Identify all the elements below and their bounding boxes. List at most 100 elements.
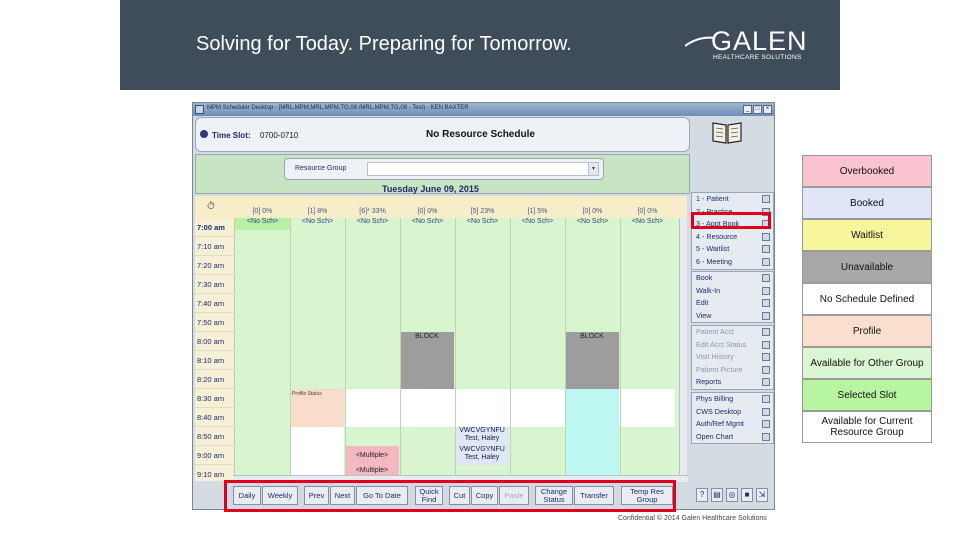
column-divider xyxy=(400,218,401,481)
column-subheader[interactable]: <No Sch> xyxy=(455,218,510,230)
menu-item-open-chart[interactable]: Open Chart xyxy=(692,431,773,444)
schedule-date: Tuesday June 09, 2015 xyxy=(382,184,479,194)
menu-item-reports[interactable]: Reports xyxy=(692,376,773,389)
menu-item-icon xyxy=(762,195,770,203)
time-row[interactable]: 8:50 am xyxy=(195,427,235,446)
time-row[interactable]: 8:20 am xyxy=(195,370,235,389)
maximize-button[interactable]: □ xyxy=(753,105,762,114)
legend-selected-slot: Selected Slot xyxy=(802,379,932,411)
slide-banner: Solving for Today. Preparing for Tomorro… xyxy=(120,0,840,90)
column-header[interactable]: [0] 0% xyxy=(620,208,675,218)
time-row[interactable]: 7:10 am xyxy=(195,237,235,256)
column-divider xyxy=(620,218,621,481)
appointment-patient: Test, Haley xyxy=(464,454,500,461)
refresh-icon[interactable]: ◎ xyxy=(726,488,738,502)
menu-item-auth-ref-mgmt[interactable]: Auth/Ref Mgmt xyxy=(692,418,773,431)
minimize-button[interactable]: _ xyxy=(743,105,752,114)
column-header[interactable]: [1] 5% xyxy=(510,208,565,218)
highlight-toolbar xyxy=(224,480,676,512)
menu-item-edit[interactable]: Edit xyxy=(692,297,773,310)
integration-menu: Phys Billing CWS Desktop Auth/Ref Mgmt O… xyxy=(691,392,774,445)
column-divider xyxy=(510,218,511,481)
time-slot-value: 0700-0710 xyxy=(260,131,299,140)
overbooked-slot[interactable]: <Multiple> xyxy=(345,446,399,465)
column-header[interactable]: [0] 0% xyxy=(565,208,620,218)
time-row[interactable]: 8:00 am xyxy=(195,332,235,351)
menu-item-patient[interactable]: 1 - Patient xyxy=(692,193,773,206)
time-row[interactable]: 7:30 am xyxy=(195,275,235,294)
menu-item-icon xyxy=(762,299,770,308)
appointment-slot[interactable]: VWCVGYNFU Test, Haley xyxy=(455,427,509,446)
column-subheader[interactable]: <No Sch> xyxy=(345,218,400,230)
exit-icon[interactable]: ⇲ xyxy=(756,488,768,502)
time-row[interactable]: 7:40 am xyxy=(195,294,235,313)
column-subheader[interactable]: <No Sch> xyxy=(290,218,345,230)
print-icon[interactable]: ▤ xyxy=(711,488,723,502)
time-row[interactable]: 7:20 am xyxy=(195,256,235,275)
scheduler-window: MPM Scheduler Desktop - [MRL,MPM,MRL,MPM… xyxy=(192,102,775,510)
menu-item-book[interactable]: Book xyxy=(692,272,773,285)
profile-slot[interactable]: Profile Status xyxy=(290,389,344,427)
appointment-type: VWCVGYNFU xyxy=(459,446,505,453)
lock-icon[interactable]: ■ xyxy=(741,488,753,502)
menu-item-waitlist[interactable]: 5 - Waitlist xyxy=(692,243,773,256)
menu-item-icon xyxy=(762,232,770,241)
window-titlebar: MPM Scheduler Desktop - [MRL,MPM,MRL,MPM… xyxy=(193,103,774,116)
column-header[interactable]: [0] 0% xyxy=(400,208,455,218)
time-row[interactable]: 8:10 am xyxy=(195,351,235,370)
no-schedule-slot[interactable] xyxy=(290,427,344,481)
legend-waitlist: Waitlist xyxy=(802,219,932,251)
menu-item-patient-acct[interactable]: Patient Acct xyxy=(692,326,773,339)
menu-item-icon xyxy=(762,245,770,254)
appointment-slot[interactable]: VWCVGYNFU Test, Haley xyxy=(455,446,509,465)
menu-item-resource[interactable]: 4 - Resource xyxy=(692,231,773,244)
column-header[interactable]: [5] 23% xyxy=(455,208,510,218)
column-subheader[interactable]: <No Sch> xyxy=(400,218,455,230)
resource-group-panel: Resource Group ▾ Tuesday June 09, 2015 xyxy=(195,154,690,194)
legend-overbooked: Overbooked xyxy=(802,155,932,187)
time-row[interactable]: 8:40 am xyxy=(195,408,235,427)
column-header[interactable]: [1] 8% xyxy=(290,208,345,218)
time-slot-label: Time Slot: xyxy=(212,131,251,140)
time-row[interactable]: 8:30 am xyxy=(195,389,235,408)
menu-item-patient-picture[interactable]: Patient Picture xyxy=(692,364,773,377)
menu-item-icon xyxy=(762,340,770,349)
resource-group-box: Resource Group ▾ xyxy=(284,158,604,180)
block-slot[interactable]: BLOCK xyxy=(400,332,454,389)
time-row[interactable]: 9:10 am xyxy=(195,465,235,481)
selected-available-slot[interactable] xyxy=(565,389,619,481)
vertical-scrollbar[interactable] xyxy=(679,218,687,481)
time-row[interactable]: 7:50 am xyxy=(195,313,235,332)
menu-item-meeting[interactable]: 6 - Meeting xyxy=(692,256,773,269)
block-slot[interactable]: BLOCK xyxy=(565,332,619,389)
menu-item-visit-history[interactable]: Visit History xyxy=(692,351,773,364)
highlight-appt-book xyxy=(691,212,771,229)
help-icon[interactable]: ? xyxy=(696,488,708,502)
galen-logo: GALEN HEALTHCARE SOLUTIONS xyxy=(685,26,815,66)
patient-menu: Patient Acct Edit Acct Status Visit Hist… xyxy=(691,325,774,390)
menu-item-cws-desktop[interactable]: CWS Desktop xyxy=(692,406,773,419)
column-header[interactable]: [6]* 33% xyxy=(345,208,400,218)
column-header[interactable]: [0] 0% xyxy=(235,208,290,218)
menu-item-icon xyxy=(762,420,770,429)
column-subheader[interactable]: <No Sch> xyxy=(510,218,565,230)
logo-wordmark: GALEN xyxy=(711,26,808,56)
appointment-book-icon[interactable] xyxy=(709,119,745,145)
time-row[interactable]: 7:00 am xyxy=(195,218,235,237)
resource-group-select[interactable]: ▾ xyxy=(367,162,599,176)
schedule-title: No Resource Schedule xyxy=(426,129,535,140)
settings-clock-icon[interactable]: ⏱ xyxy=(207,201,215,212)
column-subheader[interactable]: <No Sch> xyxy=(235,218,290,230)
time-column: 7:00 am 7:10 am 7:20 am 7:30 am 7:40 am … xyxy=(195,218,235,481)
close-button[interactable]: × xyxy=(763,105,772,114)
chevron-down-icon[interactable]: ▾ xyxy=(588,163,598,175)
legend-available-current: Available for Current Resource Group xyxy=(802,411,932,443)
column-subheader[interactable]: <No Sch> xyxy=(565,218,620,230)
menu-item-walk-in[interactable]: Walk-In xyxy=(692,285,773,298)
column-subheader[interactable]: <No Sch> xyxy=(620,218,675,230)
menu-item-edit-acct-status[interactable]: Edit Acct Status xyxy=(692,339,773,352)
appointment-type: VWCVGYNFU xyxy=(459,427,505,434)
menu-item-view[interactable]: View xyxy=(692,310,773,323)
menu-item-phys-billing[interactable]: Phys Billing xyxy=(692,393,773,406)
time-row[interactable]: 9:00 am xyxy=(195,446,235,465)
